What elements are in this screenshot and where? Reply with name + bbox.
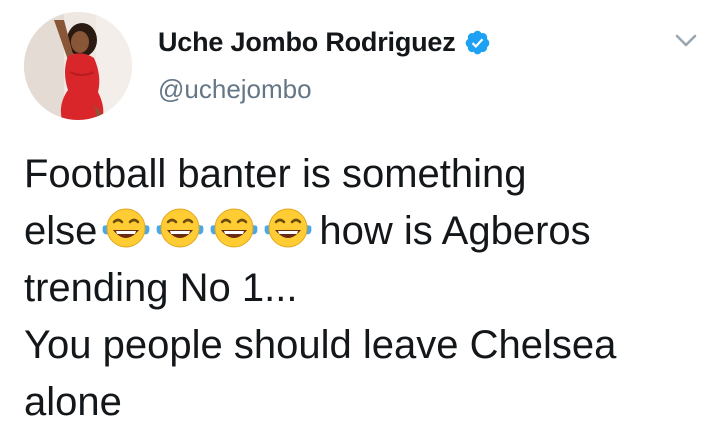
avatar-image: [24, 12, 132, 120]
face-with-tears-of-joy-icon: [101, 206, 151, 250]
tweet-line-1: Football banter is something: [24, 152, 527, 196]
author-handle[interactable]: @uchejombo: [158, 74, 312, 105]
tweet-line-5: alone: [24, 380, 122, 424]
tweet-line-4: You people should leave Chelsea: [24, 323, 617, 367]
author-display-name[interactable]: Uche Jombo Rodriguez: [158, 27, 456, 58]
face-with-tears-of-joy-icon: [209, 206, 259, 250]
tweet-line-2-start: else: [24, 209, 98, 253]
tweet-line-2: else how is Agberos: [24, 203, 714, 260]
face-with-tears-of-joy-icon: [263, 206, 313, 250]
chevron-down-icon[interactable]: [672, 26, 700, 54]
face-with-tears-of-joy-icon: [155, 206, 205, 250]
tweet-text: Football banter is something else how is …: [24, 146, 714, 431]
author-name-row[interactable]: Uche Jombo Rodriguez: [158, 26, 491, 58]
tweet-card: Uche Jombo Rodriguez @uchejombo Football…: [0, 0, 720, 424]
avatar[interactable]: [24, 12, 132, 120]
emoji-group: [101, 206, 313, 266]
tweet-line-3: trending No 1...: [24, 266, 298, 310]
verified-badge-icon: [464, 29, 491, 56]
tweet-line-2-end: how is Agberos: [319, 209, 591, 253]
